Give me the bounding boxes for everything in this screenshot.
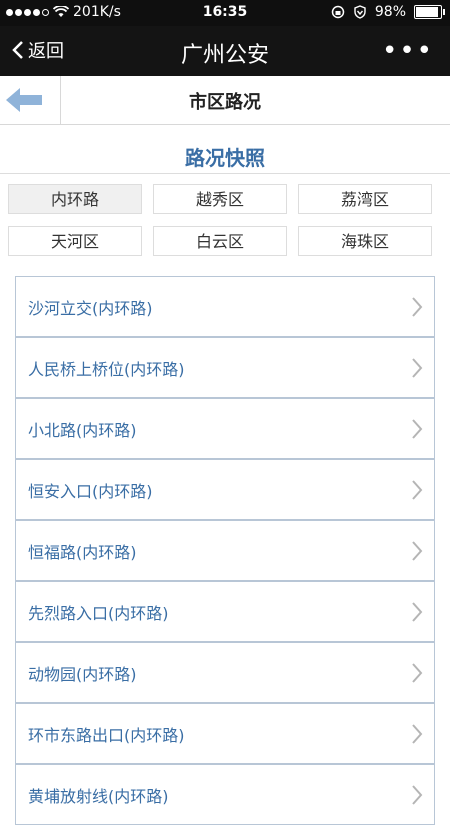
- list-item[interactable]: 小北路(内环路): [15, 398, 435, 459]
- section-title: 路况快照: [185, 146, 265, 170]
- district-tab[interactable]: 荔湾区: [298, 184, 432, 214]
- list-item[interactable]: 环市东路出口(内环路): [15, 703, 435, 764]
- battery-percent: 98%: [374, 4, 406, 20]
- chevron-right-icon: [412, 724, 423, 744]
- list-item[interactable]: 人民桥上桥位(内环路): [15, 337, 435, 398]
- road-label: 环市东路出口(内环路): [28, 726, 185, 745]
- section-divider: [0, 173, 450, 174]
- chevron-right-icon: [412, 358, 423, 378]
- road-label: 人民桥上桥位(内环路): [28, 360, 185, 379]
- chevron-right-icon: [412, 663, 423, 683]
- district-tab[interactable]: 白云区: [153, 226, 287, 256]
- list-item[interactable]: 动物园(内环路): [15, 642, 435, 703]
- road-label: 恒福路(内环路): [28, 543, 137, 562]
- list-item[interactable]: 恒安入口(内环路): [15, 459, 435, 520]
- shield-icon: [354, 5, 366, 19]
- district-tab[interactable]: 天河区: [8, 226, 142, 256]
- road-label: 动物园(内环路): [28, 665, 137, 684]
- road-label: 小北路(内环路): [28, 421, 137, 440]
- district-tab[interactable]: 越秀区: [153, 184, 287, 214]
- rotation-lock-icon: [331, 5, 345, 19]
- page-title: 市区路况: [189, 92, 261, 113]
- road-label: 先烈路入口(内环路): [28, 604, 169, 623]
- list-item[interactable]: 黄埔放射线(内环路): [15, 764, 435, 825]
- status-right: 98%: [331, 4, 445, 20]
- road-label: 黄埔放射线(内环路): [28, 787, 169, 806]
- chevron-right-icon: [412, 419, 423, 439]
- list-item[interactable]: 沙河立交(内环路): [15, 276, 435, 337]
- chevron-right-icon: [412, 785, 423, 805]
- road-label: 沙河立交(内环路): [28, 299, 153, 318]
- district-tab[interactable]: 内环路: [8, 184, 142, 214]
- battery-icon: [414, 5, 445, 19]
- page-header: 市区路况: [0, 76, 450, 125]
- road-label: 恒安入口(内环路): [28, 482, 153, 501]
- list-item[interactable]: 恒福路(内环路): [15, 520, 435, 581]
- status-bar: 201K/s 16:35 98%: [0, 0, 450, 26]
- chevron-right-icon: [412, 297, 423, 317]
- more-button[interactable]: •••: [382, 36, 434, 66]
- chevron-right-icon: [412, 602, 423, 622]
- nav-bar: 返回 广州公安 •••: [0, 26, 450, 76]
- chevron-right-icon: [412, 480, 423, 500]
- chevron-right-icon: [412, 541, 423, 561]
- list-item[interactable]: 先烈路入口(内环路): [15, 581, 435, 642]
- district-tab[interactable]: 海珠区: [298, 226, 432, 256]
